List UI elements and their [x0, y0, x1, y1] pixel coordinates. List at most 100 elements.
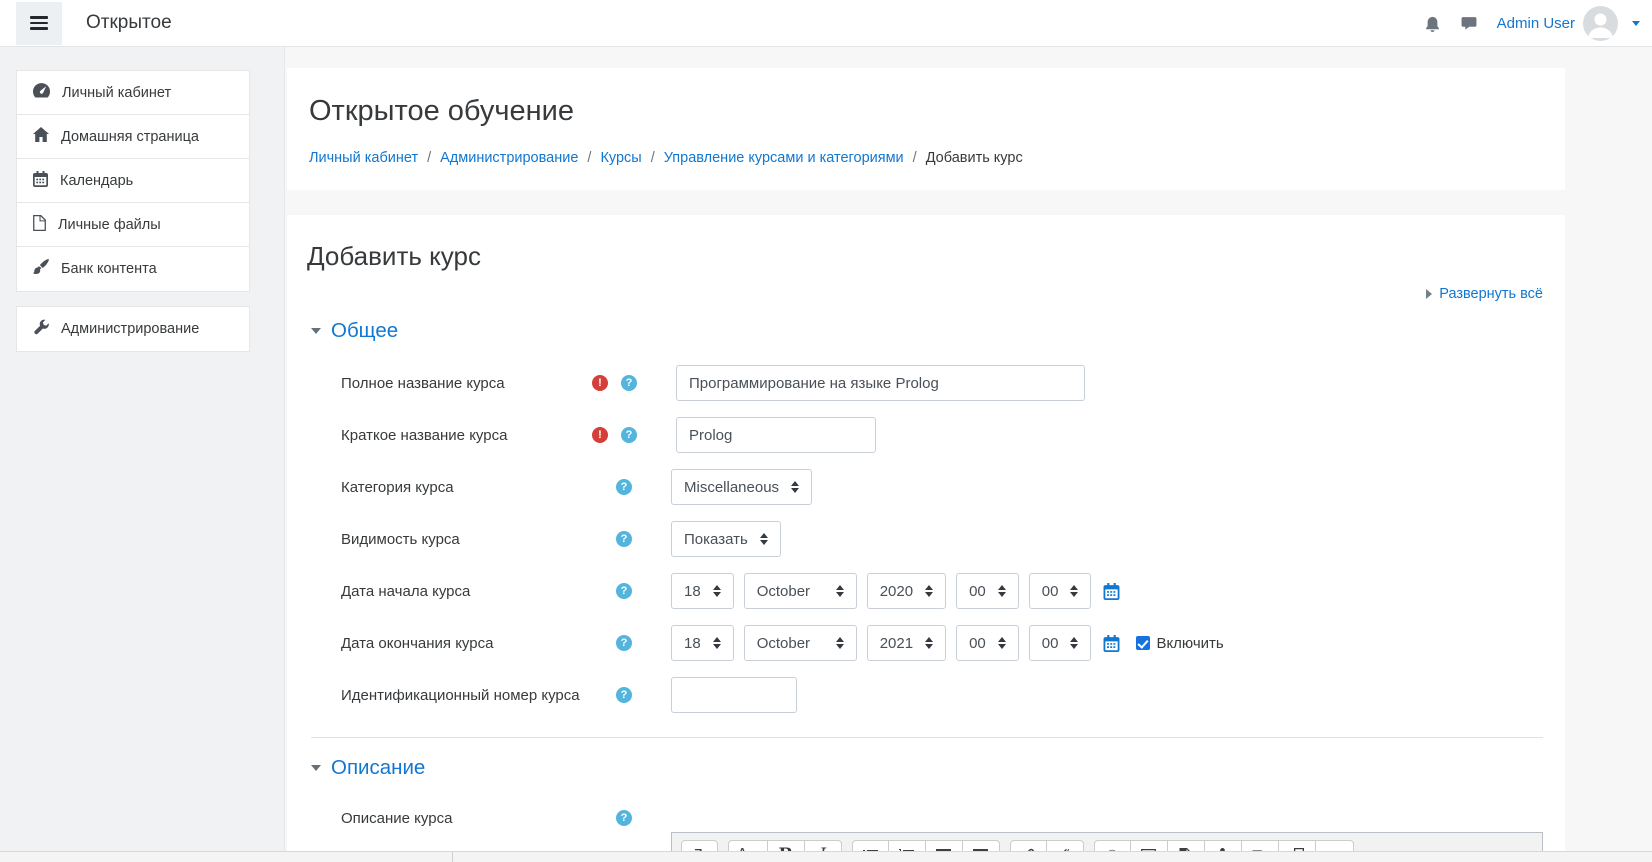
home-icon	[33, 127, 49, 146]
sidebar-item-dashboard[interactable]: Личный кабинет	[17, 71, 249, 115]
bottom-strip	[0, 851, 1652, 862]
help-icon[interactable]: ?	[616, 583, 632, 599]
sidebar-item-label: Календарь	[60, 173, 133, 189]
bottom-divider	[452, 852, 453, 862]
help-icon[interactable]: ?	[621, 375, 637, 391]
file-icon	[33, 215, 46, 235]
sidebar-item-home[interactable]: Домашняя страница	[17, 115, 249, 159]
select-arrows-icon	[836, 585, 844, 597]
enddate-month-select[interactable]: October	[744, 625, 857, 661]
description-label: Описание курса	[307, 802, 592, 827]
brush-icon	[33, 259, 49, 279]
calendar-icon	[1103, 583, 1120, 600]
select-arrows-icon	[760, 533, 768, 545]
category-label: Категория курса	[307, 479, 592, 496]
help-icon[interactable]: ?	[616, 810, 632, 826]
field-row-fullname: Полное название курса ! ?	[307, 365, 1543, 401]
select-arrows-icon	[1070, 637, 1078, 649]
enddate-year-select[interactable]: 2021	[867, 625, 946, 661]
breadcrumb-link-administration[interactable]: Администрирование	[440, 150, 578, 166]
sidebar-item-label: Администрирование	[61, 321, 199, 337]
caret-down-icon	[311, 765, 321, 771]
select-arrows-icon	[713, 585, 721, 597]
main-content: Открытое обучение Личный кабинет/ Админи…	[285, 47, 1652, 862]
enddate-enable-checkbox[interactable]: Включить	[1136, 635, 1223, 652]
expand-all-link[interactable]: Развернуть всё	[1426, 286, 1543, 302]
notifications-bell-icon[interactable]	[1415, 5, 1451, 41]
field-row-startdate: Дата начала курса ? 18 October 2020 00 0…	[307, 573, 1543, 609]
breadcrumb-link-course-management[interactable]: Управление курсами и категориями	[664, 150, 904, 166]
wrench-icon	[33, 319, 49, 339]
help-icon[interactable]: ?	[616, 479, 632, 495]
checkbox-checked-icon	[1136, 636, 1150, 650]
field-row-visibility: Видимость курса ? Показать	[307, 521, 1543, 557]
visibility-label: Видимость курса	[307, 531, 592, 548]
user-menu-caret-icon[interactable]	[1632, 21, 1640, 26]
breadcrumb-link-dashboard[interactable]: Личный кабинет	[309, 150, 418, 166]
site-title: Открытое	[86, 12, 172, 34]
add-course-form-card: Добавить курс Развернуть всё Общее Полно…	[287, 215, 1565, 862]
section-description-header[interactable]: Описание	[311, 756, 1543, 780]
sidebar-item-private-files[interactable]: Личные файлы	[17, 203, 249, 247]
select-arrows-icon	[998, 637, 1006, 649]
shortname-label: Краткое название курса	[307, 427, 592, 444]
startdate-label: Дата начала курса	[307, 583, 592, 600]
menu-toggle-button[interactable]	[16, 2, 62, 45]
startdate-calendar-button[interactable]	[1103, 583, 1120, 600]
category-select[interactable]: Miscellaneous	[671, 469, 812, 505]
page-header-card: Открытое обучение Личный кабинет/ Админи…	[287, 68, 1565, 190]
sidebar-item-administration[interactable]: Администрирование	[17, 307, 249, 351]
select-arrows-icon	[713, 637, 721, 649]
startdate-year-select[interactable]: 2020	[867, 573, 946, 609]
required-icon: !	[592, 427, 608, 443]
visibility-select[interactable]: Показать	[671, 521, 781, 557]
drawer-main-group: Личный кабинет Домашняя страница Календа…	[16, 70, 250, 292]
sidebar-item-content-bank[interactable]: Банк контента	[17, 247, 249, 291]
startdate-hour-select[interactable]: 00	[956, 573, 1019, 609]
enddate-hour-select[interactable]: 00	[956, 625, 1019, 661]
required-icon: !	[592, 375, 608, 391]
section-general-header[interactable]: Общее	[311, 319, 1543, 343]
fullname-input[interactable]	[676, 365, 1085, 401]
select-arrows-icon	[925, 637, 933, 649]
messages-icon[interactable]	[1451, 5, 1487, 41]
startdate-month-select[interactable]: October	[744, 573, 857, 609]
field-row-shortname: Краткое название курса ! ?	[307, 417, 1543, 453]
help-icon[interactable]: ?	[621, 427, 637, 443]
breadcrumb-link-courses[interactable]: Курсы	[600, 150, 641, 166]
select-arrows-icon	[998, 585, 1006, 597]
enddate-label: Дата окончания курса	[307, 635, 592, 652]
startdate-day-select[interactable]: 18	[671, 573, 734, 609]
section-general-title: Общее	[331, 319, 398, 343]
sidebar-item-calendar[interactable]: Календарь	[17, 159, 249, 203]
help-icon[interactable]: ?	[616, 635, 632, 651]
field-row-category: Категория курса ? Miscellaneous	[307, 469, 1543, 505]
sidebar-item-label: Личные файлы	[58, 217, 161, 233]
enddate-minute-select[interactable]: 00	[1029, 625, 1092, 661]
shortname-input[interactable]	[676, 417, 876, 453]
page-title: Открытое обучение	[309, 95, 1535, 128]
idnumber-label: Идентификационный номер курса	[307, 687, 592, 704]
sidebar-item-label: Личный кабинет	[62, 85, 171, 101]
breadcrumb-current: Добавить курс	[926, 150, 1023, 166]
breadcrumb: Личный кабинет/ Администрирование/ Курсы…	[309, 150, 1535, 166]
nav-drawer: Личный кабинет Домашняя страница Календа…	[0, 47, 285, 862]
enddate-day-select[interactable]: 18	[671, 625, 734, 661]
top-navbar: Открытое Admin User	[0, 0, 1652, 47]
idnumber-input[interactable]	[671, 677, 797, 713]
startdate-minute-select[interactable]: 00	[1029, 573, 1092, 609]
select-arrows-icon	[791, 481, 799, 493]
help-icon[interactable]: ?	[616, 687, 632, 703]
form-title: Добавить курс	[307, 241, 1543, 272]
calendar-icon	[33, 171, 48, 191]
field-row-idnumber: Идентификационный номер курса ?	[307, 677, 1543, 713]
caret-right-icon	[1426, 289, 1432, 299]
enddate-calendar-button[interactable]	[1103, 635, 1120, 652]
section-divider	[311, 737, 1543, 738]
user-menu-name[interactable]: Admin User	[1497, 15, 1575, 32]
sidebar-item-label: Банк контента	[61, 261, 157, 277]
help-icon[interactable]: ?	[616, 531, 632, 547]
section-description-title: Описание	[331, 756, 425, 780]
user-avatar[interactable]	[1583, 6, 1618, 41]
calendar-icon	[1103, 635, 1120, 652]
